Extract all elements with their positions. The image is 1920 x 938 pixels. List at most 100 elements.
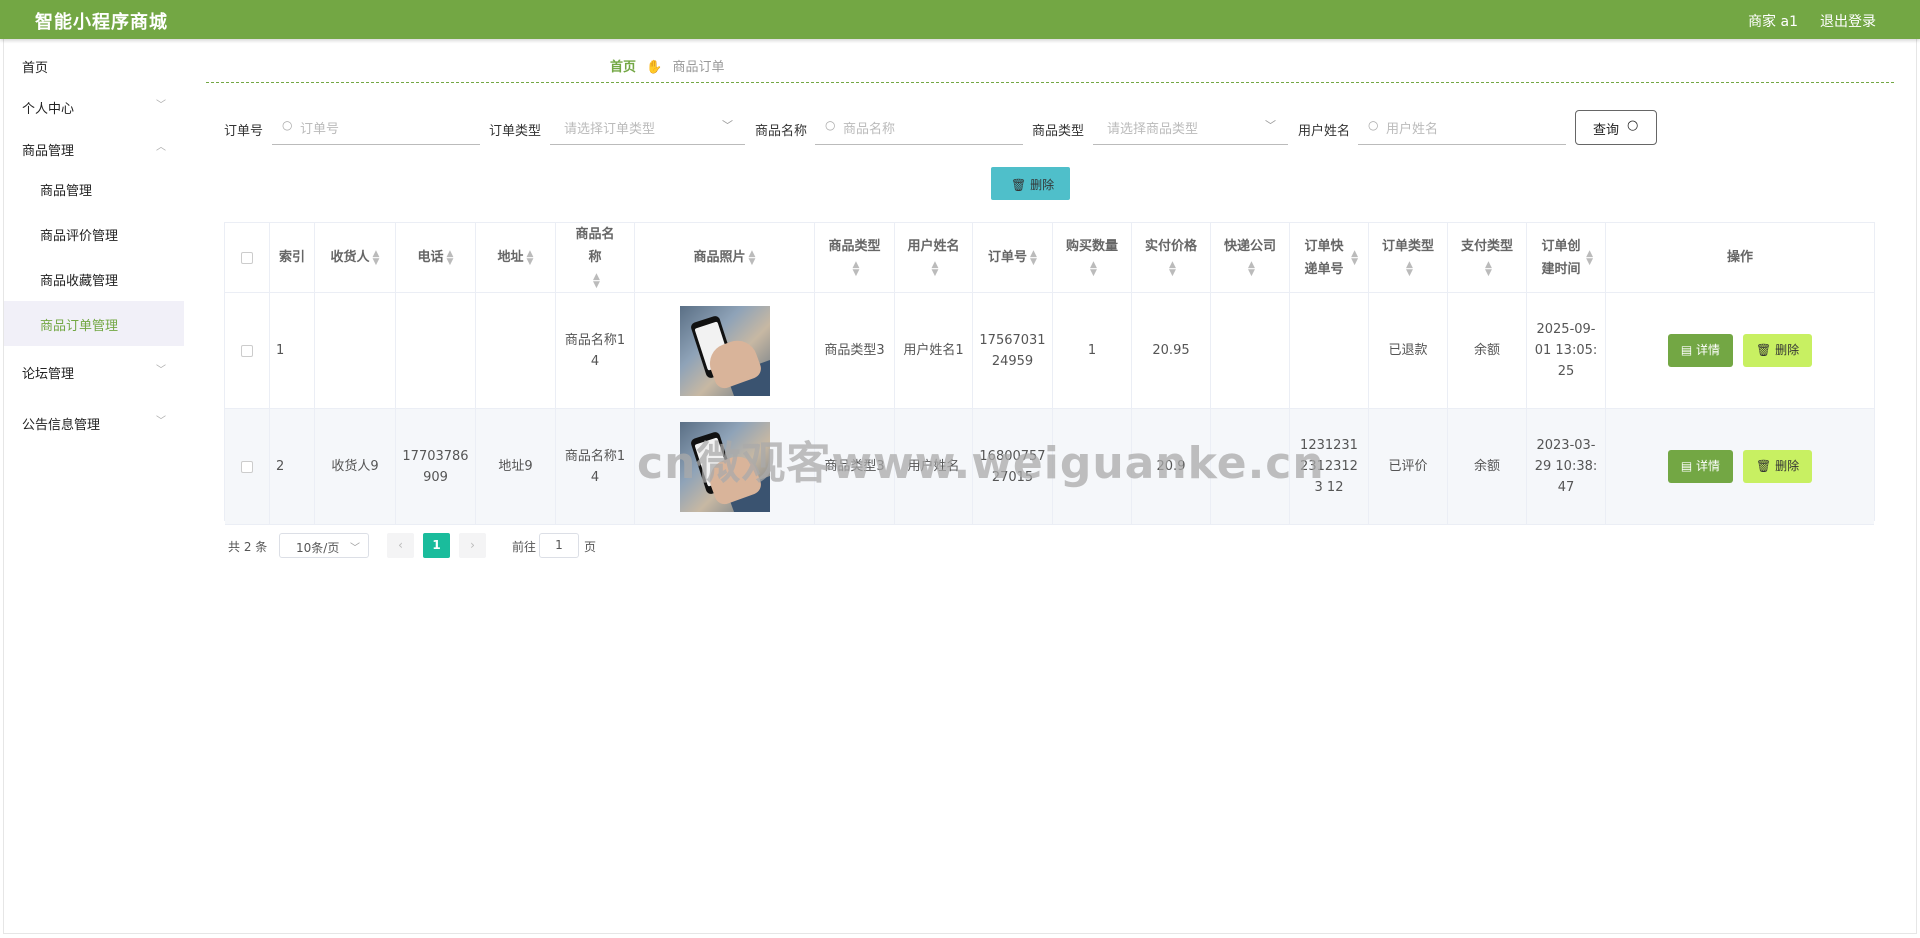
sidebar-subitem-products[interactable]: 商品管理 <box>4 166 184 211</box>
header-label: 订单创建时间 <box>1541 238 1581 277</box>
trash-icon: 🗑 <box>1756 343 1772 357</box>
prev-page-button[interactable]: ‹ <box>387 533 414 558</box>
header-address[interactable]: 地址 ▲ ▼ <box>476 223 556 293</box>
query-button[interactable]: 查询 ○ <box>1575 110 1657 145</box>
header-label: 用户姓名 <box>907 238 960 254</box>
sort-icon[interactable]: ▲ ▼ <box>527 249 534 266</box>
header-order-no[interactable]: 订单号 ▲ ▼ <box>973 223 1053 293</box>
batch-delete-label: 删除 <box>1030 178 1055 192</box>
chevron-down-icon: ﹀ <box>1265 119 1276 132</box>
batch-delete-button[interactable]: 🗑 删除 <box>991 167 1070 200</box>
product-type-select[interactable]: 请选择商品类型 ﹀ <box>1093 110 1288 145</box>
cell-order-type: 已评价 <box>1369 409 1448 525</box>
sort-icon[interactable]: ▲ ▼ <box>1485 261 1492 278</box>
cell-ops: ▤ 详情 🗑 删除 <box>1606 409 1874 525</box>
cell-user-name: 用户姓名1 <box>895 293 973 409</box>
user-name-input[interactable]: ○ 用户姓名 <box>1358 110 1566 145</box>
search-icon: ○ <box>1627 118 1639 133</box>
sort-icon[interactable]: ▲ ▼ <box>373 249 380 266</box>
cell-order-type: 已退款 <box>1369 293 1448 409</box>
sort-icon[interactable]: ▲ ▼ <box>1406 261 1413 278</box>
sidebar-subitem-product-orders[interactable]: 商品订单管理 <box>4 301 184 346</box>
sort-icon[interactable]: ▲ ▼ <box>447 249 454 266</box>
detail-button[interactable]: ▤ 详情 <box>1667 450 1734 483</box>
header-user-name[interactable]: 用户姓名 ▲ ▼ <box>895 223 973 293</box>
goto-suffix: 页 <box>584 540 597 554</box>
header-price[interactable]: 实付价格 ▲ ▼ <box>1132 223 1211 293</box>
user-name-placeholder: 用户姓名 <box>1386 122 1439 137</box>
header-label: 商品类型 <box>828 238 881 254</box>
order-type-select[interactable]: 请选择订单类型 ﹀ <box>550 110 745 145</box>
logout-link[interactable]: 退出登录 <box>1820 11 1876 31</box>
cell-express-no <box>1290 293 1369 409</box>
sort-icon[interactable]: ▲ ▼ <box>1248 261 1255 278</box>
page-number-current[interactable]: 1 <box>423 533 450 558</box>
sort-icon[interactable]: ▲ ▼ <box>593 272 600 289</box>
sidebar-item-product-management[interactable]: 商品管理 ︿ <box>4 125 184 171</box>
breadcrumb-home[interactable]: 首页 <box>610 60 636 75</box>
header-quantity[interactable]: 购买数量 ▲ ▼ <box>1053 223 1132 293</box>
header-label: 订单快递单号 <box>1304 238 1344 277</box>
sort-icon[interactable]: ▲ ▼ <box>749 249 756 266</box>
header-label: 商品名称 <box>575 227 615 265</box>
sort-icon[interactable]: ▲ ▼ <box>1030 249 1037 266</box>
cell-receiver: 收货人9 <box>315 409 396 525</box>
cell-photo <box>635 293 815 409</box>
header-created[interactable]: 订单创建时间 ▲ ▼ <box>1527 223 1606 293</box>
sort-icon[interactable]: ▲ ▼ <box>1586 249 1593 266</box>
sidebar: 首页 个人中心 ﹀ 商品管理 ︿ 商品管理 商品评价管理 商品收藏管理 商品订单… <box>4 39 184 929</box>
delete-label: 删除 <box>1775 343 1800 357</box>
header-pay-type[interactable]: 支付类型 ▲ ▼ <box>1448 223 1527 293</box>
sidebar-subitem-product-favorites[interactable]: 商品收藏管理 <box>4 256 184 301</box>
sort-icon[interactable]: ▲ ▼ <box>932 261 939 278</box>
row-checkbox[interactable] <box>241 344 253 357</box>
sidebar-item-forum-management[interactable]: 论坛管理 ﹀ <box>4 348 184 394</box>
header-product-type[interactable]: 商品类型 ▲ ▼ <box>815 223 895 293</box>
sort-icon[interactable]: ▲ ▼ <box>1169 261 1176 278</box>
header-ops: 操作 <box>1606 223 1874 293</box>
header-receiver[interactable]: 收货人 ▲ ▼ <box>315 223 396 293</box>
header-express-no[interactable]: 订单快递单号 ▲ ▼ <box>1290 223 1369 293</box>
cell-price: 20.95 <box>1132 293 1211 409</box>
app-title: 智能小程序商城 <box>35 12 168 33</box>
header-label: 电话 <box>417 250 444 265</box>
header-label: 收货人 <box>330 250 370 265</box>
cell-phone: 17703786909 <box>396 409 476 525</box>
header-select-all[interactable] <box>225 223 270 293</box>
sort-icon[interactable]: ▲ ▼ <box>853 261 860 278</box>
header-phone[interactable]: 电话 ▲ ▼ <box>396 223 476 293</box>
row-select[interactable] <box>225 293 270 409</box>
goto-page-input[interactable]: 1 <box>539 533 579 558</box>
cell-product-name: 商品名称14 <box>556 409 635 525</box>
product-name-input[interactable]: ○ 商品名称 <box>815 110 1023 145</box>
delete-button[interactable]: 🗑 删除 <box>1743 334 1813 367</box>
sidebar-subitem-product-reviews[interactable]: 商品评价管理 <box>4 211 184 256</box>
header-order-type[interactable]: 订单类型 ▲ ▼ <box>1369 223 1448 293</box>
chevron-down-icon: ﹀ <box>156 100 166 111</box>
sidebar-item-notice-management[interactable]: 公告信息管理 ﹀ <box>4 399 184 445</box>
header-index: 索引 <box>270 223 315 293</box>
sidebar-item-home[interactable]: 首页 <box>4 42 184 88</box>
page-size-select[interactable]: 10条/页 ﹀ <box>279 533 369 558</box>
trash-icon: 🗑 <box>1756 459 1772 473</box>
detail-button[interactable]: ▤ 详情 <box>1667 334 1734 367</box>
sort-icon[interactable]: ▲ ▼ <box>1090 261 1097 278</box>
row-checkbox[interactable] <box>241 460 253 473</box>
sort-icon[interactable]: ▲ ▼ <box>1351 249 1358 266</box>
detail-label: 详情 <box>1696 343 1721 357</box>
cell-address <box>476 293 556 409</box>
next-page-button[interactable]: › <box>459 533 486 558</box>
sidebar-item-personal-center[interactable]: 个人中心 ﹀ <box>4 83 184 129</box>
trash-icon: 🗑 <box>1011 178 1027 192</box>
product-photo[interactable] <box>679 305 770 396</box>
header-product-name[interactable]: 商品名称 ▲ ▼ <box>556 223 635 293</box>
cell-ops: ▤ 详情 🗑 删除 <box>1606 293 1874 409</box>
order-no-input[interactable]: ○ 订单号 <box>272 110 480 145</box>
sidebar-subitem-label: 商品管理 <box>40 184 93 199</box>
chevron-down-icon: ﹀ <box>156 365 166 376</box>
row-select[interactable] <box>225 409 270 525</box>
header-express[interactable]: 快递公司 ▲ ▼ <box>1211 223 1290 293</box>
delete-button[interactable]: 🗑 删除 <box>1743 450 1813 483</box>
select-all-checkbox[interactable] <box>241 251 253 264</box>
header-photo[interactable]: 商品照片 ▲ ▼ <box>635 223 815 293</box>
